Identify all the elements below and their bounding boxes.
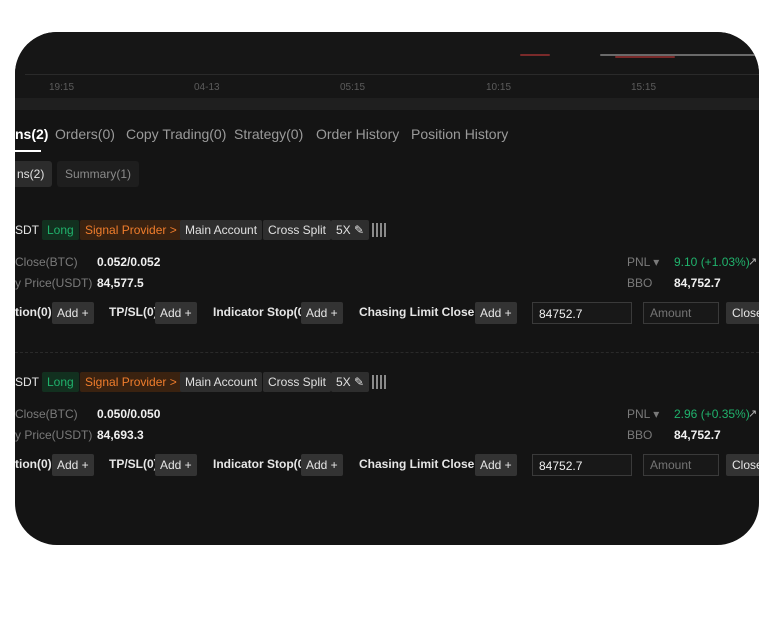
leverage-button[interactable]: 5X ✎ bbox=[331, 372, 370, 392]
add-position-order-button[interactable]: Add + bbox=[52, 454, 94, 476]
add-indicator-stop-button[interactable]: Add + bbox=[301, 302, 343, 324]
position-row: SDT Long Signal Provider > Main Account … bbox=[15, 220, 759, 330]
caret-down-icon: ▾ bbox=[653, 407, 660, 421]
bbo-value: 84,752.7 bbox=[674, 276, 721, 290]
close-position-button[interactable]: Close bbox=[726, 302, 759, 324]
close-position-button[interactable]: Close bbox=[726, 454, 759, 476]
entry-price-value: 84,693.3 bbox=[97, 428, 144, 442]
position-orders-label: tion(0) bbox=[15, 305, 52, 319]
add-tpsl-button[interactable]: Add + bbox=[155, 454, 197, 476]
indicator-stop-label: Indicator Stop(0) bbox=[213, 457, 309, 471]
tpsl-label: TP/SL(0) bbox=[109, 457, 158, 471]
signal-strength-icon bbox=[372, 375, 388, 389]
tab-orders[interactable]: Orders(0) bbox=[55, 126, 115, 142]
close-amount-input[interactable] bbox=[643, 454, 719, 476]
tab-strategy[interactable]: Strategy(0) bbox=[234, 126, 303, 142]
account-badge: Main Account bbox=[180, 372, 263, 392]
chart-tick-label: 15:15 bbox=[631, 82, 657, 93]
pnl-label-text: PNL bbox=[627, 407, 650, 421]
chart-series-segment bbox=[520, 54, 550, 56]
close-amount-value: 0.052/0.052 bbox=[97, 255, 161, 269]
tab-order-history[interactable]: Order History bbox=[316, 126, 399, 142]
bbo-label: BBO bbox=[627, 428, 653, 442]
close-amount-input[interactable] bbox=[643, 302, 719, 324]
pnl-label[interactable]: PNL ▾ bbox=[627, 407, 659, 421]
subtab-summary[interactable]: Summary(1) bbox=[57, 161, 140, 187]
add-chasing-limit-button[interactable]: Add + bbox=[475, 454, 517, 476]
bbo-label: BBO bbox=[627, 276, 653, 290]
side-badge: Long bbox=[42, 372, 79, 392]
close-price-input[interactable]: 84752.7 bbox=[532, 302, 632, 324]
indicator-stop-label: Indicator Stop(0) bbox=[213, 305, 309, 319]
entry-price-label: y Price(USDT) bbox=[15, 276, 93, 290]
active-tab-indicator bbox=[15, 150, 41, 152]
pnl-label[interactable]: PNL ▾ bbox=[627, 255, 659, 269]
margin-mode-badge[interactable]: Cross Split bbox=[263, 220, 332, 240]
chart-axis bbox=[25, 74, 759, 75]
edit-icon: ✎ bbox=[354, 223, 365, 237]
leverage-value: 5X bbox=[336, 223, 351, 237]
position-symbol[interactable]: SDT bbox=[15, 372, 39, 392]
chasing-limit-close-label: Chasing Limit Close(0) bbox=[359, 457, 490, 471]
close-price-input[interactable]: 84752.7 bbox=[532, 454, 632, 476]
screen-frame: 19:15 04-13 05:15 10:15 15:15 ns(2) Orde… bbox=[15, 32, 759, 545]
pnl-label-text: PNL bbox=[627, 255, 650, 269]
entry-price-label: y Price(USDT) bbox=[15, 428, 93, 442]
tpsl-label: TP/SL(0) bbox=[109, 305, 158, 319]
chart-tick-label: 19:15 bbox=[49, 82, 75, 93]
chasing-limit-close-label: Chasing Limit Close(0) bbox=[359, 305, 490, 319]
bbo-value: 84,752.7 bbox=[674, 428, 721, 442]
leverage-value: 5X bbox=[336, 375, 351, 389]
chart-scrollbar[interactable] bbox=[15, 98, 759, 110]
row-divider bbox=[15, 352, 759, 353]
signal-strength-icon bbox=[372, 223, 388, 237]
add-position-order-button[interactable]: Add + bbox=[52, 302, 94, 324]
pnl-value: 9.10 (+1.03%) bbox=[674, 255, 750, 269]
tab-copy-trading[interactable]: Copy Trading(0) bbox=[126, 126, 226, 142]
tab-positions[interactable]: ns(2) bbox=[15, 126, 48, 142]
account-badge: Main Account bbox=[180, 220, 263, 240]
subtab-positions[interactable]: ns(2) bbox=[15, 161, 53, 187]
position-row: SDT Long Signal Provider > Main Account … bbox=[15, 372, 759, 482]
add-chasing-limit-button[interactable]: Add + bbox=[475, 302, 517, 324]
close-amount-label: Close(BTC) bbox=[15, 255, 78, 269]
position-orders-label: tion(0) bbox=[15, 457, 52, 471]
chart-series-segment bbox=[615, 56, 675, 58]
chart-tick-label: 04-13 bbox=[194, 82, 220, 93]
price-chart[interactable]: 19:15 04-13 05:15 10:15 15:15 bbox=[15, 32, 759, 98]
side-badge: Long bbox=[42, 220, 79, 240]
signal-provider-link[interactable]: Signal Provider > bbox=[80, 372, 182, 392]
position-symbol[interactable]: SDT bbox=[15, 220, 39, 240]
edit-icon: ✎ bbox=[354, 375, 365, 389]
close-amount-value: 0.050/0.050 bbox=[97, 407, 161, 421]
add-indicator-stop-button[interactable]: Add + bbox=[301, 454, 343, 476]
share-icon[interactable]: ↗ bbox=[748, 407, 757, 420]
tab-position-history[interactable]: Position History bbox=[411, 126, 508, 142]
entry-price-value: 84,577.5 bbox=[97, 276, 144, 290]
pnl-value: 2.96 (+0.35%) bbox=[674, 407, 750, 421]
signal-provider-link[interactable]: Signal Provider > bbox=[80, 220, 182, 240]
close-amount-label: Close(BTC) bbox=[15, 407, 78, 421]
margin-mode-badge[interactable]: Cross Split bbox=[263, 372, 332, 392]
add-tpsl-button[interactable]: Add + bbox=[155, 302, 197, 324]
caret-down-icon: ▾ bbox=[653, 255, 660, 269]
chart-tick-label: 05:15 bbox=[340, 82, 366, 93]
leverage-button[interactable]: 5X ✎ bbox=[331, 220, 370, 240]
chart-tick-label: 10:15 bbox=[486, 82, 512, 93]
share-icon[interactable]: ↗ bbox=[748, 255, 757, 268]
